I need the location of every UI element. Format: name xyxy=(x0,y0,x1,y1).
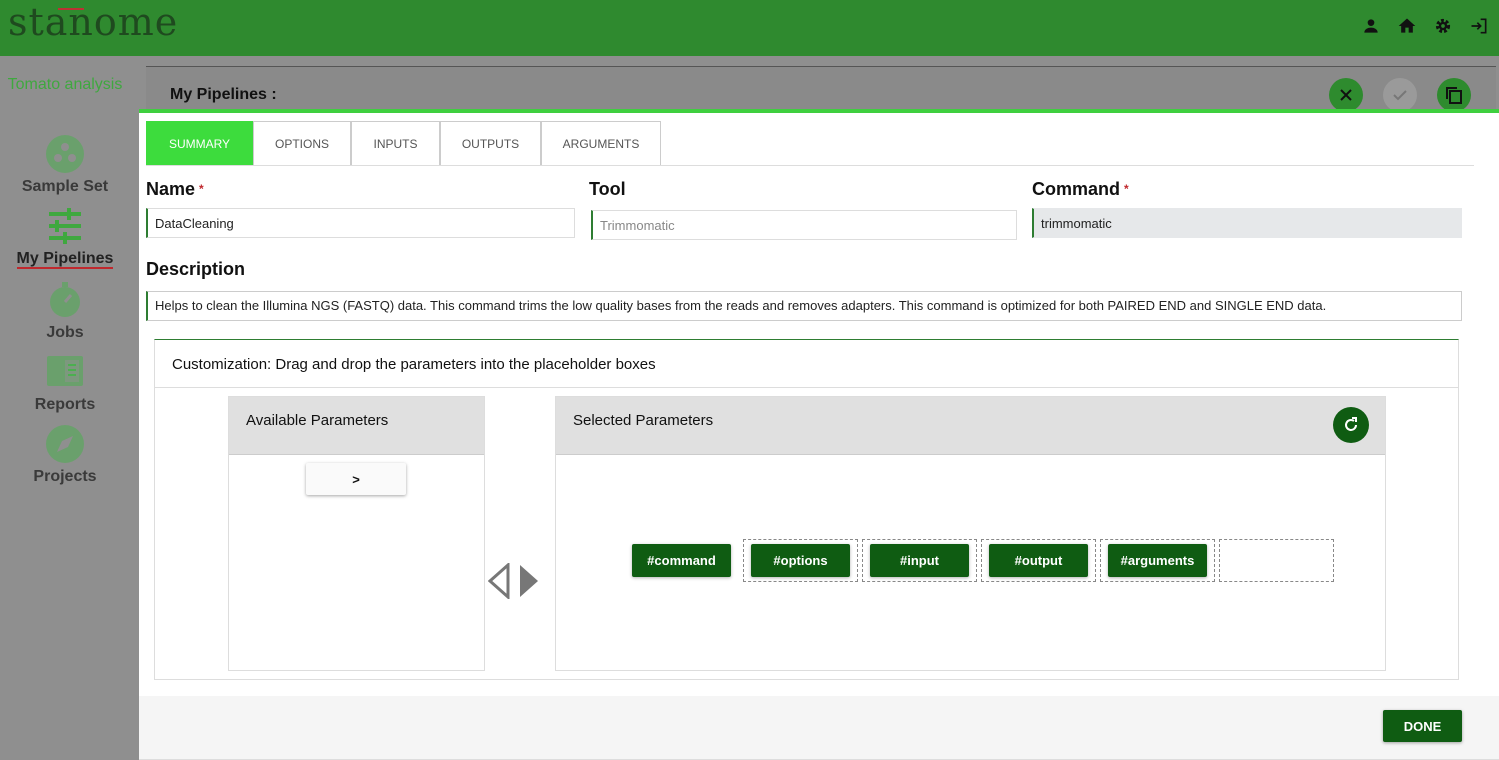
name-label: Name * xyxy=(146,179,204,199)
description-label: Description xyxy=(146,259,246,279)
reset-button[interactable] xyxy=(1333,407,1369,443)
compass-icon xyxy=(46,425,84,463)
customization-title: Customization: Drag and drop the paramet… xyxy=(155,340,1458,388)
home-icon[interactable] xyxy=(1395,14,1419,38)
cancel-button[interactable] xyxy=(1329,78,1363,112)
done-button[interactable]: DONE xyxy=(1383,710,1462,742)
drag-arrows-icon xyxy=(488,563,538,599)
available-parameters-panel: Available Parameters > xyxy=(228,396,485,671)
project-name[interactable]: Tomato analysis xyxy=(0,76,130,94)
modal-footer: DONE xyxy=(139,696,1499,760)
tab-summary[interactable]: SUMMARY xyxy=(146,121,253,165)
report-icon xyxy=(47,356,83,386)
tab-arguments[interactable]: ARGUMENTS xyxy=(541,121,661,165)
parameter-chip-output[interactable]: #output xyxy=(989,544,1088,577)
pipeline-modal: SUMMARY OPTIONS INPUTS OUTPUTS ARGUMENTS… xyxy=(139,109,1499,760)
sidebar-item-jobs[interactable]: Jobs xyxy=(0,280,130,342)
command-label: Command * xyxy=(1032,179,1129,199)
name-input[interactable]: DataCleaning xyxy=(146,208,575,238)
sidebar-item-sample-set[interactable]: Sample Set xyxy=(0,134,130,196)
command-input[interactable]: trimmomatic xyxy=(1032,208,1462,238)
parameter-chip-options[interactable]: #options xyxy=(751,544,850,577)
gear-icon[interactable] xyxy=(1431,14,1455,38)
placeholder-slot: #arguments xyxy=(1100,539,1215,582)
user-icon[interactable] xyxy=(1359,14,1383,38)
logo[interactable]: stanome xyxy=(8,0,178,44)
app-header: stanome xyxy=(0,0,1499,56)
selected-parameters-title: Selected Parameters xyxy=(556,397,1385,455)
placeholder-slot: #input xyxy=(862,539,977,582)
logout-icon[interactable] xyxy=(1467,14,1491,38)
placeholder-slot: #output xyxy=(981,539,1096,582)
tool-input[interactable]: Trimmomatic xyxy=(591,210,1017,240)
placeholder-slot: #command xyxy=(624,539,739,582)
parameter-chip-input[interactable]: #input xyxy=(870,544,969,577)
close-icon xyxy=(1340,89,1352,101)
stopwatch-icon xyxy=(50,282,80,317)
confirm-button[interactable] xyxy=(1383,78,1417,112)
page-header xyxy=(146,66,1496,110)
copy-button[interactable] xyxy=(1437,78,1471,112)
placeholder-slot: #options xyxy=(743,539,858,582)
tab-options[interactable]: OPTIONS xyxy=(253,121,351,165)
check-icon xyxy=(1393,90,1407,101)
page-title: My Pipelines : xyxy=(170,86,277,103)
sidebar-item-my-pipelines[interactable]: My Pipelines xyxy=(0,206,130,269)
tab-outputs[interactable]: OUTPUTS xyxy=(440,121,541,165)
selected-parameters-panel: Selected Parameters #command #options #i… xyxy=(555,396,1386,671)
sliders-icon xyxy=(49,208,81,244)
sidebar-item-projects[interactable]: Projects xyxy=(0,424,130,486)
sidebar-item-reports[interactable]: Reports xyxy=(0,352,130,414)
placeholder-slot-empty[interactable] xyxy=(1219,539,1334,582)
parameter-chip-arguments[interactable]: #arguments xyxy=(1108,544,1207,577)
parameter-chip-command[interactable]: #command xyxy=(632,544,731,577)
customization-panel: Customization: Drag and drop the paramet… xyxy=(154,339,1459,680)
tool-label: Tool xyxy=(589,179,626,199)
copy-icon xyxy=(1446,87,1462,104)
description-textarea[interactable]: Helps to clean the Illumina NGS (FASTQ) … xyxy=(146,291,1462,321)
placeholder-row: #command #options #input #output #argume… xyxy=(624,539,1334,582)
available-parameters-title: Available Parameters xyxy=(229,397,484,455)
tab-bar: SUMMARY OPTIONS INPUTS OUTPUTS ARGUMENTS xyxy=(146,121,1474,166)
tab-inputs[interactable]: INPUTS xyxy=(351,121,440,165)
sample-set-icon xyxy=(46,135,84,173)
refresh-icon xyxy=(1345,417,1357,431)
parameter-item[interactable]: > xyxy=(306,463,406,495)
